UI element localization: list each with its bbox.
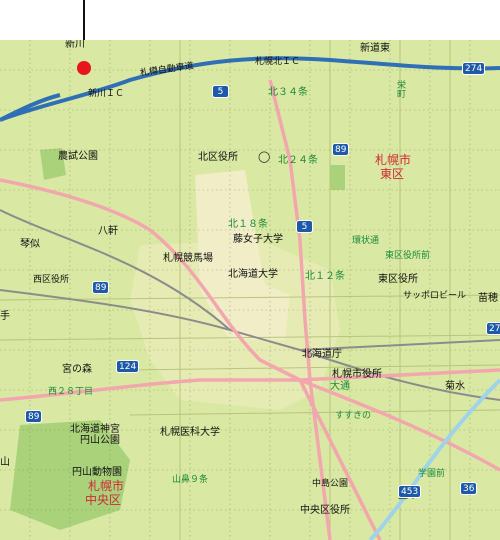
- label-kita-ward-office: 北区役所: [198, 152, 238, 163]
- label-miyanomori: 宮の森: [62, 364, 92, 375]
- label-sapporo-factory: サッポロビール: [403, 291, 467, 301]
- label-hokkaido-shrine: 北海道神宮: [70, 424, 120, 435]
- label-kanjo-dori: 環状通: [352, 236, 380, 246]
- label-yamahana: 山鼻９条: [172, 475, 209, 485]
- label-hokkaido-gov: 北海道庁: [302, 349, 342, 360]
- route-89-shield: 89: [332, 143, 350, 156]
- label-shindo-higashi: 新道東: [360, 43, 390, 54]
- route-89b-shield: 89: [92, 281, 110, 294]
- route-36-shield: 36: [460, 482, 478, 495]
- label-kita18: 北１８条: [228, 219, 268, 230]
- label-district-chuo-1: 札幌市: [88, 479, 125, 493]
- route-5-shield: 5: [212, 85, 229, 98]
- park-small: [330, 165, 345, 190]
- route-27-shield: 27: [486, 322, 500, 335]
- label-fujijoshi: 藤女子大学: [233, 234, 283, 245]
- label-susukino: すすきの: [335, 411, 372, 421]
- map-view[interactable]: 新川 新道東 札樽自動車道 札幌北ＩＣ 新川ＩＣ 北３４条 北２４条 北１８条 …: [0, 40, 500, 540]
- route-124-shield: 124: [116, 360, 140, 373]
- label-chuo-ward-office: 中央区役所: [300, 505, 350, 516]
- label-odori: 大通: [330, 381, 350, 392]
- label-nishi-ward-office: 西区役所: [33, 275, 70, 285]
- label-sapporo-kita-ic: 札幌北ＩＣ: [255, 57, 301, 67]
- label-gakuen-mae: 学園前: [418, 469, 446, 479]
- label-edge-yama: 山: [0, 457, 10, 468]
- label-nakajima-park: 中島公園: [312, 479, 349, 489]
- label-higashi-ward-office: 東区役所: [378, 274, 418, 285]
- label-naebo: 苗穂: [478, 293, 498, 304]
- label-maruyama-zoo: 円山動物園: [72, 467, 122, 478]
- location-marker-dot[interactable]: [77, 61, 91, 75]
- label-district-chuo-2: 中央区: [85, 493, 122, 507]
- label-sakaemachi: 栄町: [395, 80, 405, 98]
- label-nosshi-park: 農試公園: [58, 151, 98, 162]
- label-kita34: 北３４条: [268, 87, 308, 98]
- label-shinkawa-ic: 新川ＩＣ: [88, 89, 125, 99]
- label-kita12: 北１２条: [305, 271, 345, 282]
- map-canvas[interactable]: [0, 40, 500, 540]
- label-edge-te: 手: [0, 311, 10, 322]
- label-hokudai: 北海道大学: [228, 269, 278, 280]
- label-district-higashi-2: 東区: [380, 167, 405, 181]
- label-kikusui: 菊水: [445, 381, 465, 392]
- label-sapporo-medical: 札幌医科大学: [160, 427, 220, 438]
- label-sapporo-city-hall: 札幌市役所: [332, 369, 382, 380]
- label-higashi-ward-office-mae: 東区役所前: [385, 251, 431, 261]
- label-maruyama-park: 円山公園: [80, 435, 120, 446]
- route-274-shield: 274: [462, 62, 486, 75]
- ward-office-icon: ◯: [258, 150, 271, 163]
- route-5b-shield: 5: [296, 220, 313, 233]
- label-kotoni: 琴似: [20, 239, 40, 250]
- label-kita24: 北２４条: [278, 155, 318, 166]
- route-89c-shield: 89: [25, 410, 43, 423]
- label-sapporo-racecourse: 札幌競馬場: [163, 253, 213, 264]
- label-hachiken: 八軒: [98, 226, 118, 237]
- label-district-higashi-1: 札幌市: [375, 153, 412, 167]
- label-shinkawa: 新川: [65, 40, 85, 50]
- label-nishi28: 西２８丁目: [48, 387, 94, 397]
- route-453-shield: 453: [398, 485, 422, 498]
